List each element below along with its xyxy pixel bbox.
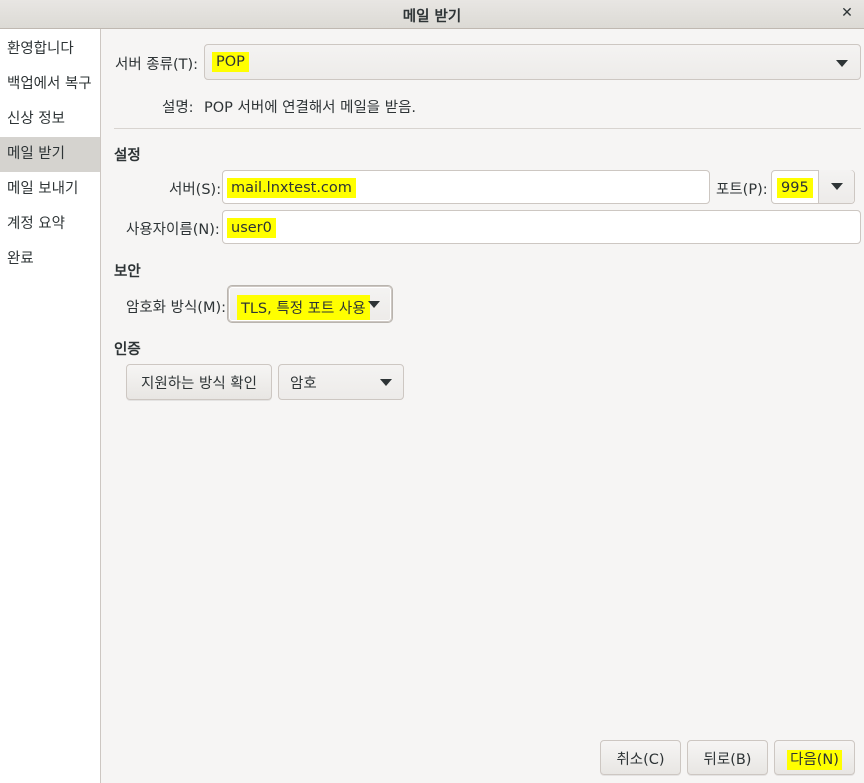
sidebar-item-done[interactable]: 완료 [0,242,100,277]
next-label: 다음(N) [787,750,842,770]
auth-heading: 인증 [114,342,141,358]
sidebar-item-welcome[interactable]: 환영합니다 [0,32,100,67]
sidebar: 환영합니다 백업에서 복구 신상 정보 메일 받기 메일 보내기 계정 요약 완… [0,29,101,783]
port-label: 포트(P): [716,182,768,198]
server-type-combo[interactable]: POP [204,44,861,80]
chevron-down-icon [836,60,848,67]
description-text: POP 서버에 연결해서 메일을 받음. [204,100,417,116]
next-button[interactable]: 다음(N) [774,740,855,775]
server-type-label: 서버 종류(T): [115,57,199,73]
server-value: mail.lnxtest.com [227,178,356,198]
back-button[interactable]: 뒤로(B) [687,740,768,775]
check-supported-methods-button[interactable]: 지원하는 방식 확인 [126,364,272,400]
back-label: 뒤로(B) [703,752,752,768]
settings-heading: 설정 [114,148,141,164]
username-value: user0 [227,218,276,238]
port-dropdown-button[interactable] [818,170,854,203]
encryption-value: TLS, 특정 포트 사용 [237,295,370,320]
sidebar-item-sending-email[interactable]: 메일 보내기 [0,172,100,207]
window-title: 메일 받기 [402,9,462,25]
cancel-button[interactable]: 취소(C) [600,740,681,775]
description-label: 설명: [162,100,194,116]
sidebar-item-account-summary[interactable]: 계정 요약 [0,207,100,242]
username-field[interactable]: user0 [222,210,861,244]
server-label: 서버(S): [169,182,222,198]
chevron-down-icon [368,301,380,308]
sidebar-item-receiving-email[interactable]: 메일 받기 [0,137,100,172]
check-supported-methods-label: 지원하는 방식 확인 [141,376,257,392]
port-value: 995 [777,178,813,198]
chevron-down-icon [380,379,392,386]
auth-method-combo[interactable]: 암호 [278,364,404,400]
encryption-label: 암호화 방식(M): [126,300,227,316]
security-heading: 보안 [114,264,141,280]
auth-method-value: 암호 [290,376,317,392]
divider [114,128,861,129]
encryption-combo[interactable]: TLS, 특정 포트 사용 [228,286,392,322]
title-bar: 메일 받기 ✕ [0,0,864,29]
cancel-label: 취소(C) [616,752,665,768]
sidebar-item-restore-backup[interactable]: 백업에서 복구 [0,67,100,102]
chevron-down-icon [831,183,843,190]
server-type-value: POP [212,52,249,72]
username-label: 사용자이름(N): [126,222,220,238]
sidebar-item-identity[interactable]: 신상 정보 [0,102,100,137]
close-icon[interactable]: ✕ [838,3,856,23]
server-field[interactable]: mail.lnxtest.com [222,170,710,204]
